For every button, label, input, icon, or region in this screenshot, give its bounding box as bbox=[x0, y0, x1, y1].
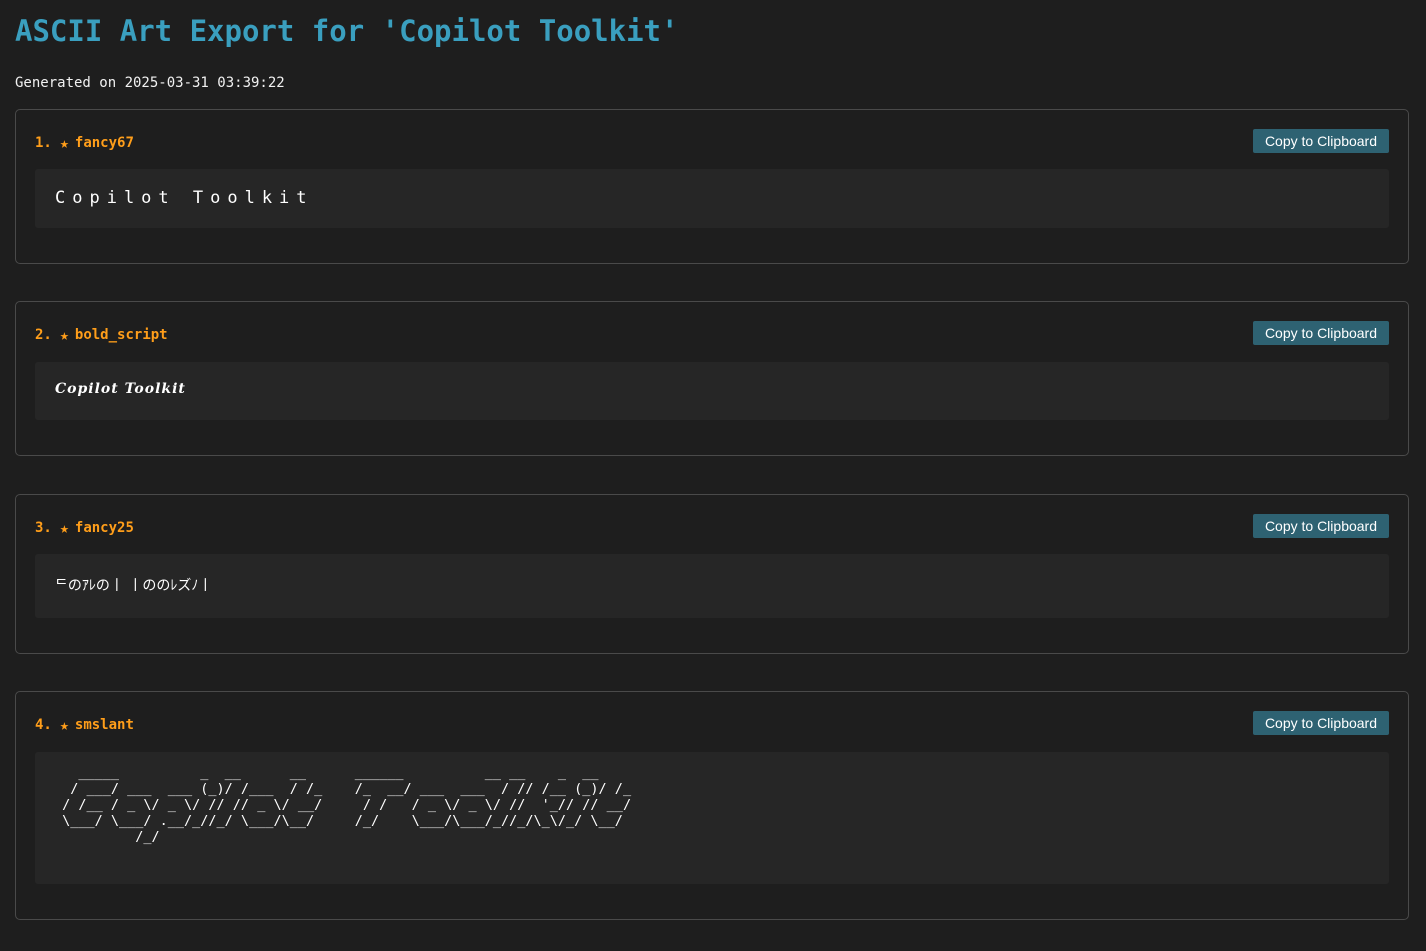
ascii-art-text: Copilot Toolkit bbox=[55, 381, 186, 397]
copy-to-clipboard-button[interactable]: Copy to Clipboard bbox=[1252, 711, 1389, 735]
font-card-fancy67: 1. ★ fancy67 Copy to Clipboard Copilot T… bbox=[15, 109, 1409, 264]
font-name: fancy25 bbox=[74, 520, 134, 536]
star-icon: ★ bbox=[59, 716, 69, 734]
font-name: fancy67 bbox=[74, 135, 134, 151]
card-header: 2. ★ bold_script bbox=[35, 326, 168, 344]
ascii-art-box: _____ _ __ __ ______ __ __ _ __ / ___/ _… bbox=[35, 752, 1389, 884]
card-header: 1. ★ fancy67 bbox=[35, 134, 134, 152]
font-name: smslant bbox=[74, 717, 134, 733]
ascii-art-text: ᄃのｱﾚの丨 丨ののﾚズﾉ丨 bbox=[55, 578, 213, 594]
star-icon: ★ bbox=[59, 326, 69, 344]
copy-to-clipboard-button[interactable]: Copy to Clipboard bbox=[1252, 129, 1389, 153]
copy-to-clipboard-button[interactable]: Copy to Clipboard bbox=[1252, 321, 1389, 345]
copy-to-clipboard-button[interactable]: Copy to Clipboard bbox=[1252, 514, 1389, 538]
card-index: 3. bbox=[35, 520, 52, 536]
card-header: 3. ★ fancy25 bbox=[35, 519, 134, 537]
card-index: 4. bbox=[35, 717, 52, 733]
generated-timestamp: Generated on 2025-03-31 03:39:22 bbox=[15, 75, 285, 91]
font-card-bold-script: 2. ★ bold_script Copy to Clipboard Copil… bbox=[15, 301, 1409, 456]
card-header: 4. ★ smslant bbox=[35, 716, 134, 734]
ascii-art-box: Copilot Toolkit bbox=[35, 362, 1389, 420]
font-name: bold_script bbox=[74, 327, 168, 343]
card-index: 2. bbox=[35, 327, 52, 343]
font-card-fancy25: 3. ★ fancy25 Copy to Clipboard ᄃのｱﾚの丨 丨の… bbox=[15, 494, 1409, 654]
ascii-art-box: ᄃのｱﾚの丨 丨ののﾚズﾉ丨 bbox=[35, 554, 1389, 618]
page-title: ASCII Art Export for 'Copilot Toolkit' bbox=[15, 14, 679, 48]
ascii-art-text: Copilot Toolkit bbox=[55, 188, 314, 208]
font-card-smslant: 4. ★ smslant Copy to Clipboard _____ _ _… bbox=[15, 691, 1409, 920]
star-icon: ★ bbox=[59, 134, 69, 152]
card-index: 1. bbox=[35, 135, 52, 151]
star-icon: ★ bbox=[59, 519, 69, 537]
ascii-art-box: Copilot Toolkit bbox=[35, 169, 1389, 228]
ascii-art-text: _____ _ __ __ ______ __ __ _ __ / ___/ _… bbox=[62, 765, 632, 845]
